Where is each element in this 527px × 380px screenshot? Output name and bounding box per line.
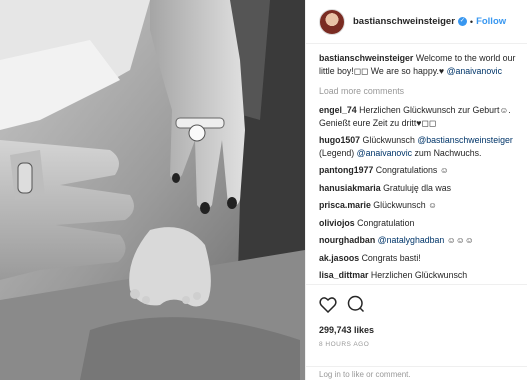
comment-text: Congratulation [357, 217, 415, 228]
comments-list[interactable]: bastianschweinsteiger Welcome to the wor… [306, 52, 527, 284]
comment-item: prisca.marie Glückwunsch ☺ [319, 199, 522, 212]
comment-mention[interactable]: @bastianschweinsteiger [417, 135, 512, 145]
comment-bubble-icon[interactable] [347, 295, 365, 315]
comment-item: oliviojos Congratulation [319, 217, 522, 230]
comment-text: Herzlichen Glückwunsch [370, 270, 468, 280]
separator-dot: • [469, 16, 474, 27]
avatar[interactable] [319, 8, 345, 35]
post-header: bastianschweinsteiger ✓ • Follow [306, 0, 527, 44]
comment-text: Congratulations ☺ [375, 165, 449, 175]
follow-button[interactable]: Follow [476, 16, 506, 27]
caption-username[interactable]: bastianschweinsteiger [319, 53, 413, 63]
add-comment-prompt[interactable]: Log in to like or comment. [306, 366, 527, 380]
comment-item: hugo1507 Glückwunsch @bastianschweinstei… [319, 134, 522, 159]
comment-username[interactable]: pantong1977 [319, 165, 373, 175]
comment-text: ☺☺☺ [446, 235, 474, 245]
comment-item: hanusiakmaria Gratuluję dla was [319, 182, 522, 195]
heart-icon[interactable] [319, 296, 337, 315]
comment-item: engel_74 Herzlichen Glückwunsch zur Gebu… [319, 104, 522, 129]
comment-text: zum Nachwuchs. [414, 147, 482, 158]
post-sidebar: bastianschweinsteiger ✓ • Follow bastian… [305, 0, 527, 380]
comment-mention[interactable]: @anaivanovic [357, 148, 412, 158]
comment-username[interactable]: nourghadban [319, 235, 375, 245]
comment-item: lisa_dittmar Herzlichen Glückwunsch [319, 269, 522, 282]
comment-text: Glückwunsch [362, 135, 415, 145]
comment-text: (Legend) [319, 147, 355, 158]
load-more-comments-link[interactable]: Load more comments [319, 86, 522, 96]
comment-username[interactable]: lisa_dittmar [319, 270, 368, 280]
likes-count[interactable]: 299,743 likes [319, 325, 515, 335]
comment-text: Gratuluję dla was [383, 182, 452, 193]
comment-username[interactable]: engel_74 [319, 105, 357, 115]
post-photo[interactable] [0, 0, 305, 380]
comment-item: nourghadban @natalyghadban ☺☺☺ [319, 234, 522, 247]
action-icons [319, 295, 515, 315]
comment-username[interactable]: hanusiakmaria [319, 183, 381, 193]
comment-username[interactable]: ak.jasoos [319, 253, 359, 263]
post-viewer: bastianschweinsteiger ✓ • Follow bastian… [0, 0, 527, 380]
caption-mention[interactable]: @anaivanovic [447, 66, 502, 76]
comment-mention[interactable]: @natalyghadban [378, 235, 445, 245]
comment-username[interactable]: hugo1507 [319, 135, 360, 145]
comment-username[interactable]: oliviojos [319, 218, 355, 228]
caption: bastianschweinsteiger Welcome to the wor… [319, 52, 522, 77]
comment-text: Glückwunsch ☺ [373, 200, 438, 210]
baby-feet-photo [0, 0, 305, 380]
author-username[interactable]: bastianschweinsteiger [353, 16, 455, 27]
comment-text: Congrats basti! [361, 252, 421, 263]
verified-badge-icon: ✓ [457, 17, 467, 26]
comment-item: pantong1977 Congratulations ☺ [319, 164, 522, 177]
comment-item: ak.jasoos Congrats basti! [319, 252, 522, 265]
post-timestamp: 8 HOURS AGO [319, 341, 370, 348]
comment-username[interactable]: prisca.marie [319, 200, 371, 210]
